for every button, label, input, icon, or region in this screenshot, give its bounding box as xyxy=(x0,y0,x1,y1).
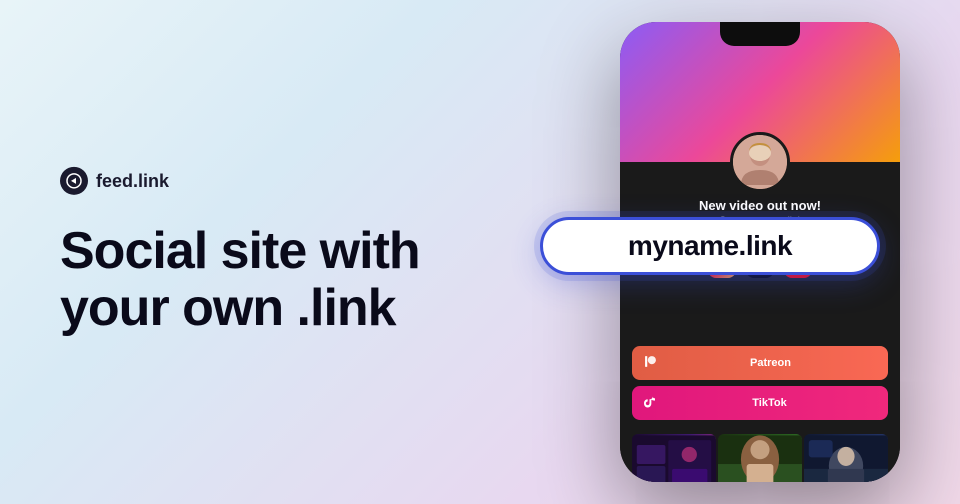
profile-name: New video out now! xyxy=(698,198,822,213)
logo-area: feed.link xyxy=(60,167,440,195)
photo-cell-outdoor xyxy=(718,434,802,482)
tiktok-link-button[interactable]: TikTok xyxy=(632,386,888,420)
avatar xyxy=(730,132,790,192)
patreon-link-button[interactable]: Patreon xyxy=(632,346,888,380)
phone-links: Patreon TikTok xyxy=(620,338,900,434)
tiktok-btn-icon xyxy=(644,395,655,411)
phone-notch xyxy=(720,22,800,46)
photo-grid xyxy=(620,434,900,482)
spacer xyxy=(620,298,900,338)
phone-mockup: myname.link New v xyxy=(580,22,900,482)
patreon-icon xyxy=(644,355,657,371)
photo-cell-streamer xyxy=(804,434,888,482)
photo-cell-gaming xyxy=(632,434,716,482)
left-section: feed.link Social site with your own .lin… xyxy=(60,167,440,337)
patreon-label: Patreon xyxy=(665,357,876,369)
headline-line2: your own .link xyxy=(60,280,440,337)
logo-icon xyxy=(60,167,88,195)
url-pill: myname.link xyxy=(540,217,880,275)
logo-text: feed.link xyxy=(96,170,169,191)
url-text: myname.link xyxy=(628,230,792,262)
avatar-inner xyxy=(733,135,787,189)
tiktok-label: TikTok xyxy=(663,397,876,409)
headline-line1: Social site with xyxy=(60,223,440,280)
headline: Social site with your own .link xyxy=(60,223,440,337)
